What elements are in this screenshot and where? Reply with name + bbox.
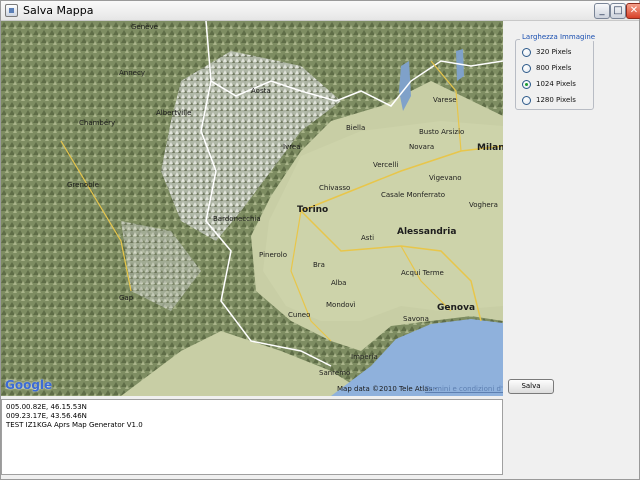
map-label-chivasso: Chivasso <box>319 184 351 192</box>
terms-link[interactable]: Termini e condizioni d'uso <box>425 385 503 393</box>
map-view[interactable]: Genève Annecy Albertville Chambéry Greno… <box>1 21 503 396</box>
map-label-casale: Casale Monferrato <box>381 191 446 199</box>
google-logo[interactable]: Google <box>5 378 52 392</box>
map-label-acqui: Acqui Terme <box>401 269 444 277</box>
radio-800-pixels[interactable]: 800 Pixels <box>522 62 571 74</box>
map-label-vercelli: Vercelli <box>373 161 399 169</box>
radio-button[interactable] <box>522 95 531 105</box>
map-label-busto: Busto Arsizio <box>419 128 465 136</box>
radio-label: 1280 Pixels <box>536 96 576 104</box>
map-label-albertville: Albertville <box>156 109 192 117</box>
log-textarea[interactable]: 005.00.82E, 46.15.53N 009.23.17E, 43.56.… <box>1 399 503 475</box>
radio-button[interactable] <box>522 47 531 57</box>
map-label-cuneo: Cuneo <box>288 311 311 319</box>
map-label-novara: Novara <box>409 143 435 151</box>
close-button[interactable]: ✕ <box>626 3 640 19</box>
radio-320-pixels[interactable]: 320 Pixels <box>522 46 571 58</box>
map-label-bardonecchia: Bardonecchia <box>213 215 261 223</box>
map-label-mondovi: Mondovì <box>326 301 356 309</box>
map-label-annecy: Annecy <box>119 69 145 77</box>
map-label-vigevano: Vigevano <box>429 174 462 182</box>
app-window-icon[interactable] <box>5 4 18 17</box>
map-label-ivrea: Ivrea <box>283 143 301 151</box>
image-width-legend: Larghezza Immagine <box>520 33 598 41</box>
radio-button-selected[interactable] <box>522 79 531 89</box>
map-label-aosta: Aosta <box>251 87 271 95</box>
map-attribution: Map data ©2010 Tele Atlas - <box>337 385 437 393</box>
minimize-button[interactable]: _ <box>594 3 610 19</box>
save-button[interactable]: Salva <box>508 379 554 394</box>
map-label-milano: Milano <box>477 143 503 153</box>
map-label-geneve: Genève <box>131 23 158 31</box>
map-label-sanremo: Sanremo <box>319 369 351 377</box>
map-label-varese: Varese <box>433 96 457 104</box>
maximize-button[interactable]: □ <box>610 3 626 19</box>
radio-button[interactable] <box>522 63 531 73</box>
radio-label: 320 Pixels <box>536 48 572 56</box>
map-label-asti: Asti <box>361 234 375 242</box>
window-title: Salva Mappa <box>23 4 94 17</box>
log-line: 009.23.17E, 43.56.46N <box>6 412 87 420</box>
map-label-genova: Genova <box>437 303 476 313</box>
title-bar[interactable]: Salva Mappa _ □ ✕ <box>1 1 640 21</box>
map-label-gap: Gap <box>119 294 134 302</box>
radio-label: 1024 Pixels <box>536 80 576 88</box>
map-label-bra: Bra <box>313 261 325 269</box>
map-label-voghera: Voghera <box>469 201 498 209</box>
map-label-chambery: Chambéry <box>79 119 116 127</box>
map-label-alessandria: Alessandria <box>397 227 457 237</box>
map-label-pinerolo: Pinerolo <box>259 251 287 259</box>
map-label-torino: Torino <box>297 205 329 215</box>
map-label-savona: Savona <box>403 315 429 323</box>
radio-1024-pixels[interactable]: 1024 Pixels <box>522 78 576 90</box>
map-label-imperia: Imperia <box>351 353 378 361</box>
map-label-alba: Alba <box>331 279 347 287</box>
radio-label: 800 Pixels <box>536 64 572 72</box>
map-label-biella: Biella <box>346 124 366 132</box>
radio-1280-pixels[interactable]: 1280 Pixels <box>522 94 576 106</box>
log-line: 005.00.82E, 46.15.53N <box>6 403 87 411</box>
map-label-grenoble: Grenoble <box>67 181 99 189</box>
main-window: Salva Mappa _ □ ✕ Genève Annecy Albertvi… <box>0 0 640 480</box>
log-line: TEST IZ1KGA Aprs Map Generator V1.0 <box>6 421 143 429</box>
map-terrain <box>1 21 503 396</box>
